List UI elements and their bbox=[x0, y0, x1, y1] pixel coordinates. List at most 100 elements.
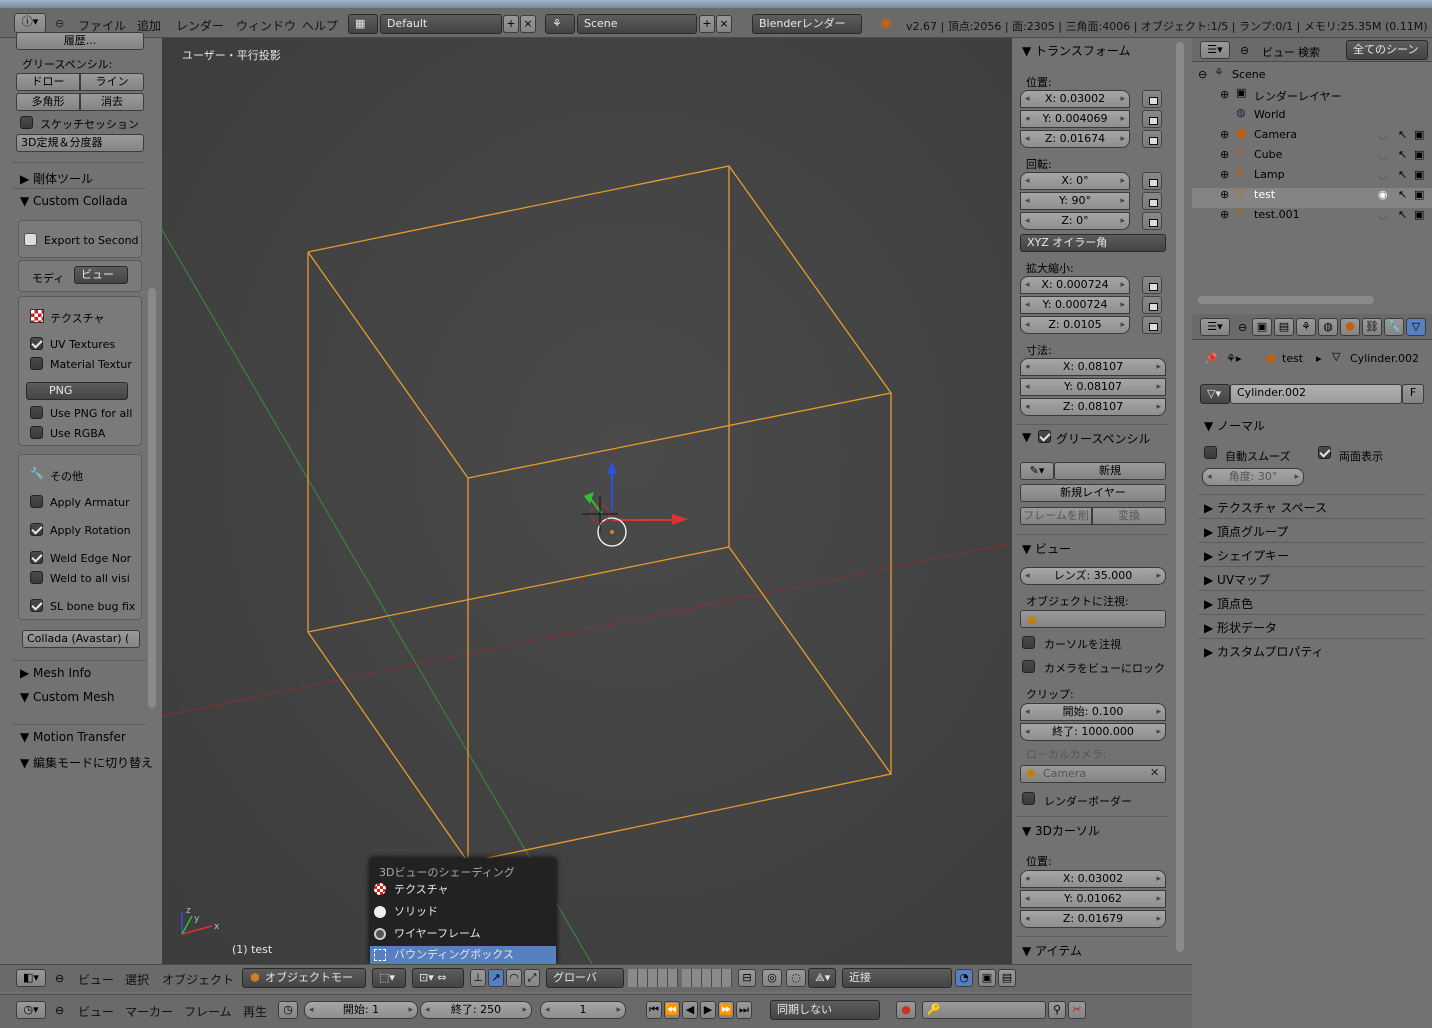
image-format-select[interactable]: PNG bbox=[26, 382, 128, 400]
jump-keyframe-forward-icon[interactable]: ⏩ bbox=[718, 1001, 734, 1019]
3d-editor-type-button[interactable]: ◧▾ bbox=[16, 969, 46, 987]
interaction-mode-select[interactable]: オブジェクトモー bbox=[242, 968, 366, 988]
timeline-editor-type-button[interactable]: ◷▾ bbox=[16, 1001, 46, 1019]
layout-remove-icon[interactable]: × bbox=[520, 15, 536, 33]
sync-mode-select[interactable]: 同期しない bbox=[770, 1000, 880, 1020]
outliner-cube-item[interactable]: Cube bbox=[1254, 148, 1282, 161]
layout-add-icon[interactable]: + bbox=[503, 15, 519, 33]
visibility-eye-icon[interactable]: ◡ bbox=[1378, 208, 1388, 221]
layers-tab-icon[interactable]: ▤ bbox=[1274, 318, 1294, 336]
properties-shelf-scrollbar[interactable] bbox=[1176, 42, 1184, 952]
layout-field[interactable]: Default bbox=[380, 14, 502, 34]
shading-wireframe-item[interactable]: ワイヤーフレーム bbox=[370, 924, 556, 944]
scale-x-field[interactable]: X: 0.000724 bbox=[1020, 276, 1130, 294]
ruler-button[interactable]: 3D定規＆分度器 bbox=[16, 134, 144, 152]
edit-mode-panel-header[interactable]: ▼ 編集モードに切り替え bbox=[20, 754, 153, 771]
shading-texture-item[interactable]: テクスチャ bbox=[370, 880, 556, 900]
scene-layers-grid-1[interactable] bbox=[628, 969, 678, 987]
shape-keys-panel-header[interactable]: ▶ シェイプキー bbox=[1204, 547, 1289, 564]
history-button[interactable]: 履歴... bbox=[16, 32, 144, 50]
play-icon[interactable]: ▶ bbox=[700, 1001, 716, 1019]
grease-pencil-checkbox[interactable] bbox=[1038, 430, 1051, 443]
rotation-mode-select[interactable]: XYZ オイラー角 bbox=[1020, 234, 1166, 252]
properties-collapse-icon[interactable]: ⊖ bbox=[1238, 321, 1247, 334]
opengl-anim-icon[interactable]: ▤ bbox=[998, 969, 1016, 987]
material-texture-checkbox[interactable] bbox=[30, 357, 43, 370]
scene-icon-button[interactable]: ⚘ bbox=[545, 14, 575, 34]
render-camera-icon[interactable]: ▣ bbox=[1414, 168, 1424, 181]
scale-y-field[interactable]: Y: 0.000724 bbox=[1020, 296, 1130, 314]
mesh-info-panel-header[interactable]: ▶ Mesh Info bbox=[20, 666, 91, 680]
viewport-shading-select[interactable]: ⬚▾ bbox=[372, 968, 406, 988]
layout-icon-button[interactable]: ▦ bbox=[348, 14, 378, 34]
outliner-world-item[interactable]: World bbox=[1254, 108, 1286, 121]
collapse-scene-icon[interactable]: ⊖ bbox=[1198, 68, 1207, 81]
3d-viewport[interactable]: ユーザー・平行投影 z y x (1) test bbox=[162, 38, 1012, 964]
render-camera-icon[interactable]: ▣ bbox=[1414, 148, 1424, 161]
translate-manipulator-icon[interactable]: ↗ bbox=[488, 969, 504, 987]
outliner-filter-select[interactable]: 全てのシーン bbox=[1346, 40, 1428, 60]
object-tab-icon[interactable]: ⬢ bbox=[1340, 318, 1360, 336]
pivot-point-select[interactable]: ⊡▾ ⇔ bbox=[412, 968, 464, 988]
mesh-browse-button[interactable]: ▽▾ bbox=[1200, 384, 1230, 404]
editor-type-button[interactable]: ⓘ▾ bbox=[14, 13, 46, 33]
cursor-x-field[interactable]: X: 0.03002 bbox=[1020, 870, 1166, 888]
object-menu[interactable]: オブジェクト bbox=[162, 971, 234, 988]
timeline-collapse-icon[interactable]: ⊖ bbox=[55, 1004, 64, 1017]
pin-icon[interactable]: 📌 bbox=[1204, 352, 1218, 365]
dimension-y-field[interactable]: Y: 0.08107 bbox=[1020, 378, 1166, 396]
collapse-icon[interactable]: ⊖ bbox=[55, 17, 64, 30]
outliner-hscrollbar[interactable] bbox=[1198, 296, 1374, 304]
shading-bounding-box-item[interactable]: バウンディングボックス bbox=[370, 946, 556, 964]
lock-scale-x-icon[interactable] bbox=[1142, 276, 1162, 294]
apply-armature-checkbox[interactable] bbox=[30, 495, 43, 508]
marker-menu[interactable]: マーカー bbox=[125, 1003, 173, 1020]
erase-button[interactable]: 消去 bbox=[80, 93, 144, 111]
rigid-body-panel-header[interactable]: ▶ 剛体ツール bbox=[20, 170, 93, 187]
view-menu[interactable]: ビュー bbox=[78, 971, 114, 988]
custom-properties-panel-header[interactable]: ▶ カスタムプロパティ bbox=[1204, 643, 1324, 660]
preview-range-icon[interactable]: ◷ bbox=[278, 1001, 298, 1019]
view-panel-header[interactable]: ▼ ビュー bbox=[1022, 540, 1071, 557]
jump-end-icon[interactable]: ⏭ bbox=[736, 1001, 752, 1019]
snap-toggle-icon[interactable]: ⟁▾ bbox=[808, 968, 836, 988]
apply-rotation-checkbox[interactable] bbox=[30, 523, 43, 536]
scene-add-icon[interactable]: + bbox=[699, 15, 715, 33]
expand-icon[interactable]: ⊕ bbox=[1220, 188, 1229, 201]
dimension-z-field[interactable]: Z: 0.08107 bbox=[1020, 398, 1166, 416]
geometry-data-panel-header[interactable]: ▶ 形状データ bbox=[1204, 619, 1277, 636]
menu-window[interactable]: ウィンドウ bbox=[236, 17, 296, 34]
cursor-z-field[interactable]: Z: 0.01679 bbox=[1020, 910, 1166, 928]
auto-keyframe-icon[interactable]: ● bbox=[896, 1001, 916, 1019]
playback-menu[interactable]: 再生 bbox=[243, 1003, 267, 1020]
mode-select[interactable]: ビュー bbox=[74, 266, 128, 284]
outliner-collapse-icon[interactable]: ⊖ bbox=[1240, 44, 1249, 57]
double-sided-checkbox[interactable] bbox=[1318, 446, 1331, 459]
selectable-cursor-icon[interactable]: ↖ bbox=[1398, 148, 1407, 161]
rotate-manipulator-icon[interactable]: ◠ bbox=[506, 969, 522, 987]
lock-scale-z-icon[interactable] bbox=[1142, 316, 1162, 334]
header-collapse-icon[interactable]: ⊖ bbox=[55, 972, 64, 985]
rotation-y-field[interactable]: Y: 90° bbox=[1020, 192, 1130, 210]
menu-help[interactable]: ヘルプ bbox=[302, 17, 338, 34]
timeline-view-menu[interactable]: ビュー bbox=[78, 1003, 114, 1020]
lock-rotation-x-icon[interactable] bbox=[1142, 172, 1162, 190]
clear-camera-icon[interactable]: ✕ bbox=[1150, 766, 1159, 779]
shading-solid-item[interactable]: ソリッド bbox=[370, 902, 556, 922]
scale-z-field[interactable]: Z: 0.0105 bbox=[1020, 316, 1130, 334]
jump-start-icon[interactable]: ⏮ bbox=[646, 1001, 662, 1019]
pencil-icon-button[interactable]: ✎▾ bbox=[1020, 462, 1054, 480]
custom-mesh-panel-header[interactable]: ▼ Custom Mesh bbox=[20, 690, 114, 704]
render-engine-select[interactable]: Blenderレンダー bbox=[752, 14, 862, 34]
properties-editor-type-button[interactable]: ☰▾ bbox=[1200, 318, 1230, 336]
location-y-field[interactable]: Y: 0.004069 bbox=[1020, 110, 1130, 128]
vertex-groups-panel-header[interactable]: ▶ 頂点グループ bbox=[1204, 523, 1288, 540]
fake-user-button[interactable]: F bbox=[1402, 384, 1424, 404]
snap-element-select[interactable]: 近接 bbox=[842, 968, 952, 988]
weld-edge-checkbox[interactable] bbox=[30, 551, 43, 564]
proportional-edit-icon[interactable]: ◎ bbox=[762, 969, 782, 987]
use-png-checkbox[interactable] bbox=[30, 406, 43, 419]
lock-cursor-checkbox[interactable] bbox=[1022, 636, 1035, 649]
texture-space-panel-header[interactable]: ▶ テクスチャ スペース bbox=[1204, 499, 1327, 516]
expand-icon[interactable]: ⊕ bbox=[1220, 148, 1229, 161]
